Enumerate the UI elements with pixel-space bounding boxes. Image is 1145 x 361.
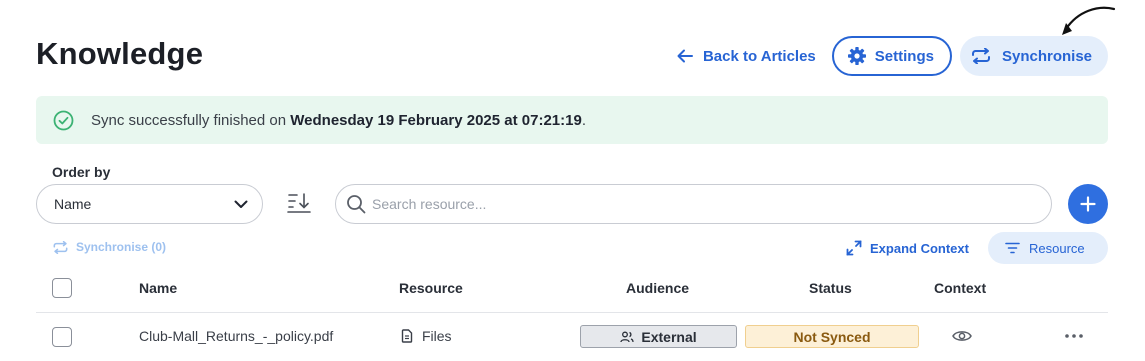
row-checkbox[interactable] (52, 327, 72, 347)
order-by-select[interactable]: Name (36, 184, 263, 224)
sync-success-banner: Sync successfully finished on Wednesday … (36, 96, 1108, 144)
annotation-arrow-icon (1062, 6, 1116, 35)
page-title: Knowledge (36, 36, 204, 71)
arrow-left-icon (677, 49, 693, 63)
back-to-articles-label: Back to Articles (702, 47, 816, 65)
sync-message-suffix: . (581, 111, 586, 129)
more-horizontal-icon[interactable] (1065, 334, 1083, 338)
column-header-context[interactable]: Context (934, 280, 986, 296)
chevron-down-icon (234, 200, 248, 208)
order-by-value: Name (54, 196, 92, 212)
row-resource-label: Files (422, 328, 452, 344)
synchronise-count-label: Synchronise (0) (76, 240, 167, 254)
expand-context-button[interactable]: Expand Context (846, 240, 969, 256)
order-by-label: Order by (52, 164, 111, 180)
select-all-checkbox[interactable] (52, 278, 72, 298)
column-header-resource[interactable]: Resource (399, 280, 463, 296)
column-header-audience[interactable]: Audience (626, 280, 689, 296)
search-field[interactable] (335, 184, 1052, 224)
check-circle-icon (53, 110, 74, 130)
status-badge: Not Synced (745, 325, 919, 348)
filter-icon (1005, 242, 1020, 254)
sync-datetime: Wednesday 19 February 2025 at 07:21:19 (290, 111, 582, 129)
audience-badge: External (580, 325, 737, 348)
sync-message-prefix: Sync successfully finished on (91, 111, 291, 129)
sync-message: Sync successfully finished on Wednesday … (91, 112, 586, 129)
column-header-status[interactable]: Status (809, 280, 852, 296)
settings-button[interactable]: Settings (831, 36, 952, 76)
synchronise-label: Synchronise (1001, 47, 1092, 65)
search-input[interactable] (372, 196, 1012, 212)
plus-icon (1080, 196, 1096, 212)
synchronise-button[interactable]: Synchronise (959, 36, 1108, 76)
row-resource: Files (401, 328, 452, 344)
audience-label: External (641, 328, 697, 345)
resource-filter-button[interactable]: Resource (988, 232, 1108, 264)
row-name[interactable]: Club-Mall_Returns_-_policy.pdf (139, 328, 333, 344)
file-icon (401, 329, 413, 343)
column-header-name[interactable]: Name (139, 280, 177, 296)
users-icon (620, 331, 635, 342)
header-actions: Back to Articles Settings Synchronise (669, 36, 1108, 76)
expand-context-label: Expand Context (870, 240, 969, 256)
eye-icon[interactable] (952, 329, 972, 343)
settings-label: Settings (874, 47, 934, 65)
search-icon (347, 195, 366, 214)
sync-icon (53, 240, 68, 254)
add-resource-button[interactable] (1068, 184, 1108, 224)
table-divider (36, 312, 1108, 313)
gear-icon (847, 47, 866, 65)
expand-icon (846, 240, 862, 256)
synchronise-selected-button[interactable]: Synchronise (0) (52, 240, 166, 254)
back-to-articles-button[interactable]: Back to Articles (669, 36, 824, 76)
sync-icon (971, 48, 990, 64)
resource-filter-label: Resource (1029, 240, 1085, 256)
sort-descending-icon[interactable] (287, 192, 311, 214)
